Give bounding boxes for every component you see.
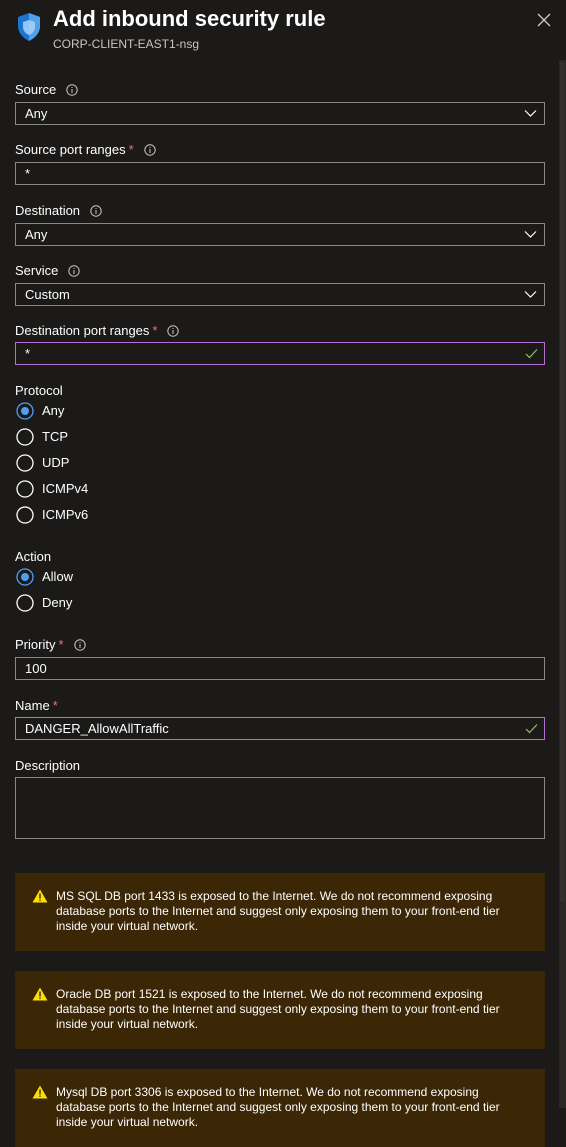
info-icon[interactable] (73, 639, 86, 651)
destination-port-ranges-label: Destination port ranges * (15, 323, 180, 338)
page-subtitle: CORP-CLIENT-EAST1-nsg (53, 37, 200, 51)
shield-icon (18, 13, 40, 41)
source-port-ranges-label-text: Source port ranges (15, 142, 126, 157)
destination-label: Destination (15, 203, 102, 218)
source-value: Any (25, 106, 48, 121)
chevron-down-icon (524, 291, 537, 298)
protocol-radio-icmpv6[interactable] (16, 506, 34, 524)
info-icon[interactable] (90, 205, 102, 217)
source-dropdown[interactable]: Any (15, 102, 545, 125)
service-value: Custom (25, 287, 70, 302)
protocol-option-label[interactable]: TCP (42, 429, 68, 444)
protocol-radio-udp[interactable] (16, 454, 34, 472)
name-value: DANGER_AllowAllTraffic (25, 721, 169, 736)
source-port-ranges-value: * (25, 166, 31, 181)
description-label: Description (15, 758, 81, 773)
destination-port-ranges-value: * (25, 346, 31, 361)
source-label-text: Source (15, 82, 57, 97)
destination-dropdown[interactable]: Any (15, 223, 545, 246)
page-title: Add inbound security rule (53, 6, 326, 31)
warning-text: Oracle DB port 1521 is exposed to the In… (56, 987, 500, 1031)
info-icon[interactable] (68, 265, 81, 277)
protocol-label: Protocol (15, 383, 63, 398)
destination-port-ranges-label-text: Destination port ranges (15, 323, 150, 338)
warning-banner: MS SQL DB port 1433 is exposed to the In… (15, 873, 545, 951)
description-textarea[interactable] (15, 777, 545, 839)
scrollbar-thumb[interactable] (560, 62, 565, 902)
name-label-text: Name (15, 698, 50, 713)
source-port-ranges-input[interactable]: * (15, 162, 545, 185)
info-icon[interactable] (167, 325, 180, 337)
action-radio-deny[interactable] (16, 594, 34, 612)
warning-text: MS SQL DB port 1433 is exposed to the In… (56, 889, 500, 933)
protocol-radio-any[interactable] (16, 402, 34, 420)
destination-label-text: Destination (15, 203, 81, 218)
required-indicator: * (152, 323, 158, 338)
source-port-ranges-label: Source port ranges * (15, 142, 156, 157)
protocol-option-label[interactable]: ICMPv6 (42, 507, 88, 522)
chevron-down-icon (524, 110, 537, 117)
blade-header: Add inbound security rule CORP-CLIENT-EA… (0, 0, 566, 60)
action-option-label[interactable]: Deny (42, 595, 72, 610)
info-icon[interactable] (143, 144, 156, 156)
protocol-radio-icmpv4[interactable] (16, 480, 34, 498)
service-dropdown[interactable]: Custom (15, 283, 545, 306)
warning-icon (32, 889, 48, 903)
info-icon[interactable] (66, 84, 78, 96)
action-radio-allow[interactable] (16, 568, 34, 586)
destination-port-ranges-input[interactable]: * (15, 342, 545, 365)
required-indicator: * (58, 637, 64, 652)
priority-input[interactable]: 100 (15, 657, 545, 680)
service-label-text: Service (15, 263, 59, 278)
name-input[interactable]: DANGER_AllowAllTraffic (15, 717, 545, 740)
required-indicator: * (128, 142, 134, 157)
priority-label: Priority * (15, 637, 86, 652)
protocol-radio-tcp[interactable] (16, 428, 34, 446)
warning-icon (32, 987, 48, 1001)
warning-banner: Mysql DB port 3306 is exposed to the Int… (15, 1069, 545, 1147)
priority-value: 100 (25, 661, 47, 676)
chevron-down-icon (524, 231, 537, 238)
checkmark-icon (525, 349, 538, 359)
priority-label-text: Priority (15, 637, 56, 652)
required-indicator: * (52, 698, 58, 713)
service-label: Service (15, 263, 81, 278)
checkmark-icon (525, 724, 538, 734)
action-option-label[interactable]: Allow (42, 569, 73, 584)
action-label: Action (15, 549, 52, 564)
destination-value: Any (25, 227, 48, 242)
protocol-option-label[interactable]: UDP (42, 455, 69, 470)
protocol-option-label[interactable]: Any (42, 403, 64, 418)
warning-icon (32, 1085, 48, 1099)
warning-banner: Oracle DB port 1521 is exposed to the In… (15, 971, 545, 1049)
name-label: Name * (15, 698, 58, 713)
close-icon[interactable] (535, 11, 553, 29)
source-label: Source (15, 82, 78, 97)
protocol-option-label[interactable]: ICMPv4 (42, 481, 88, 496)
